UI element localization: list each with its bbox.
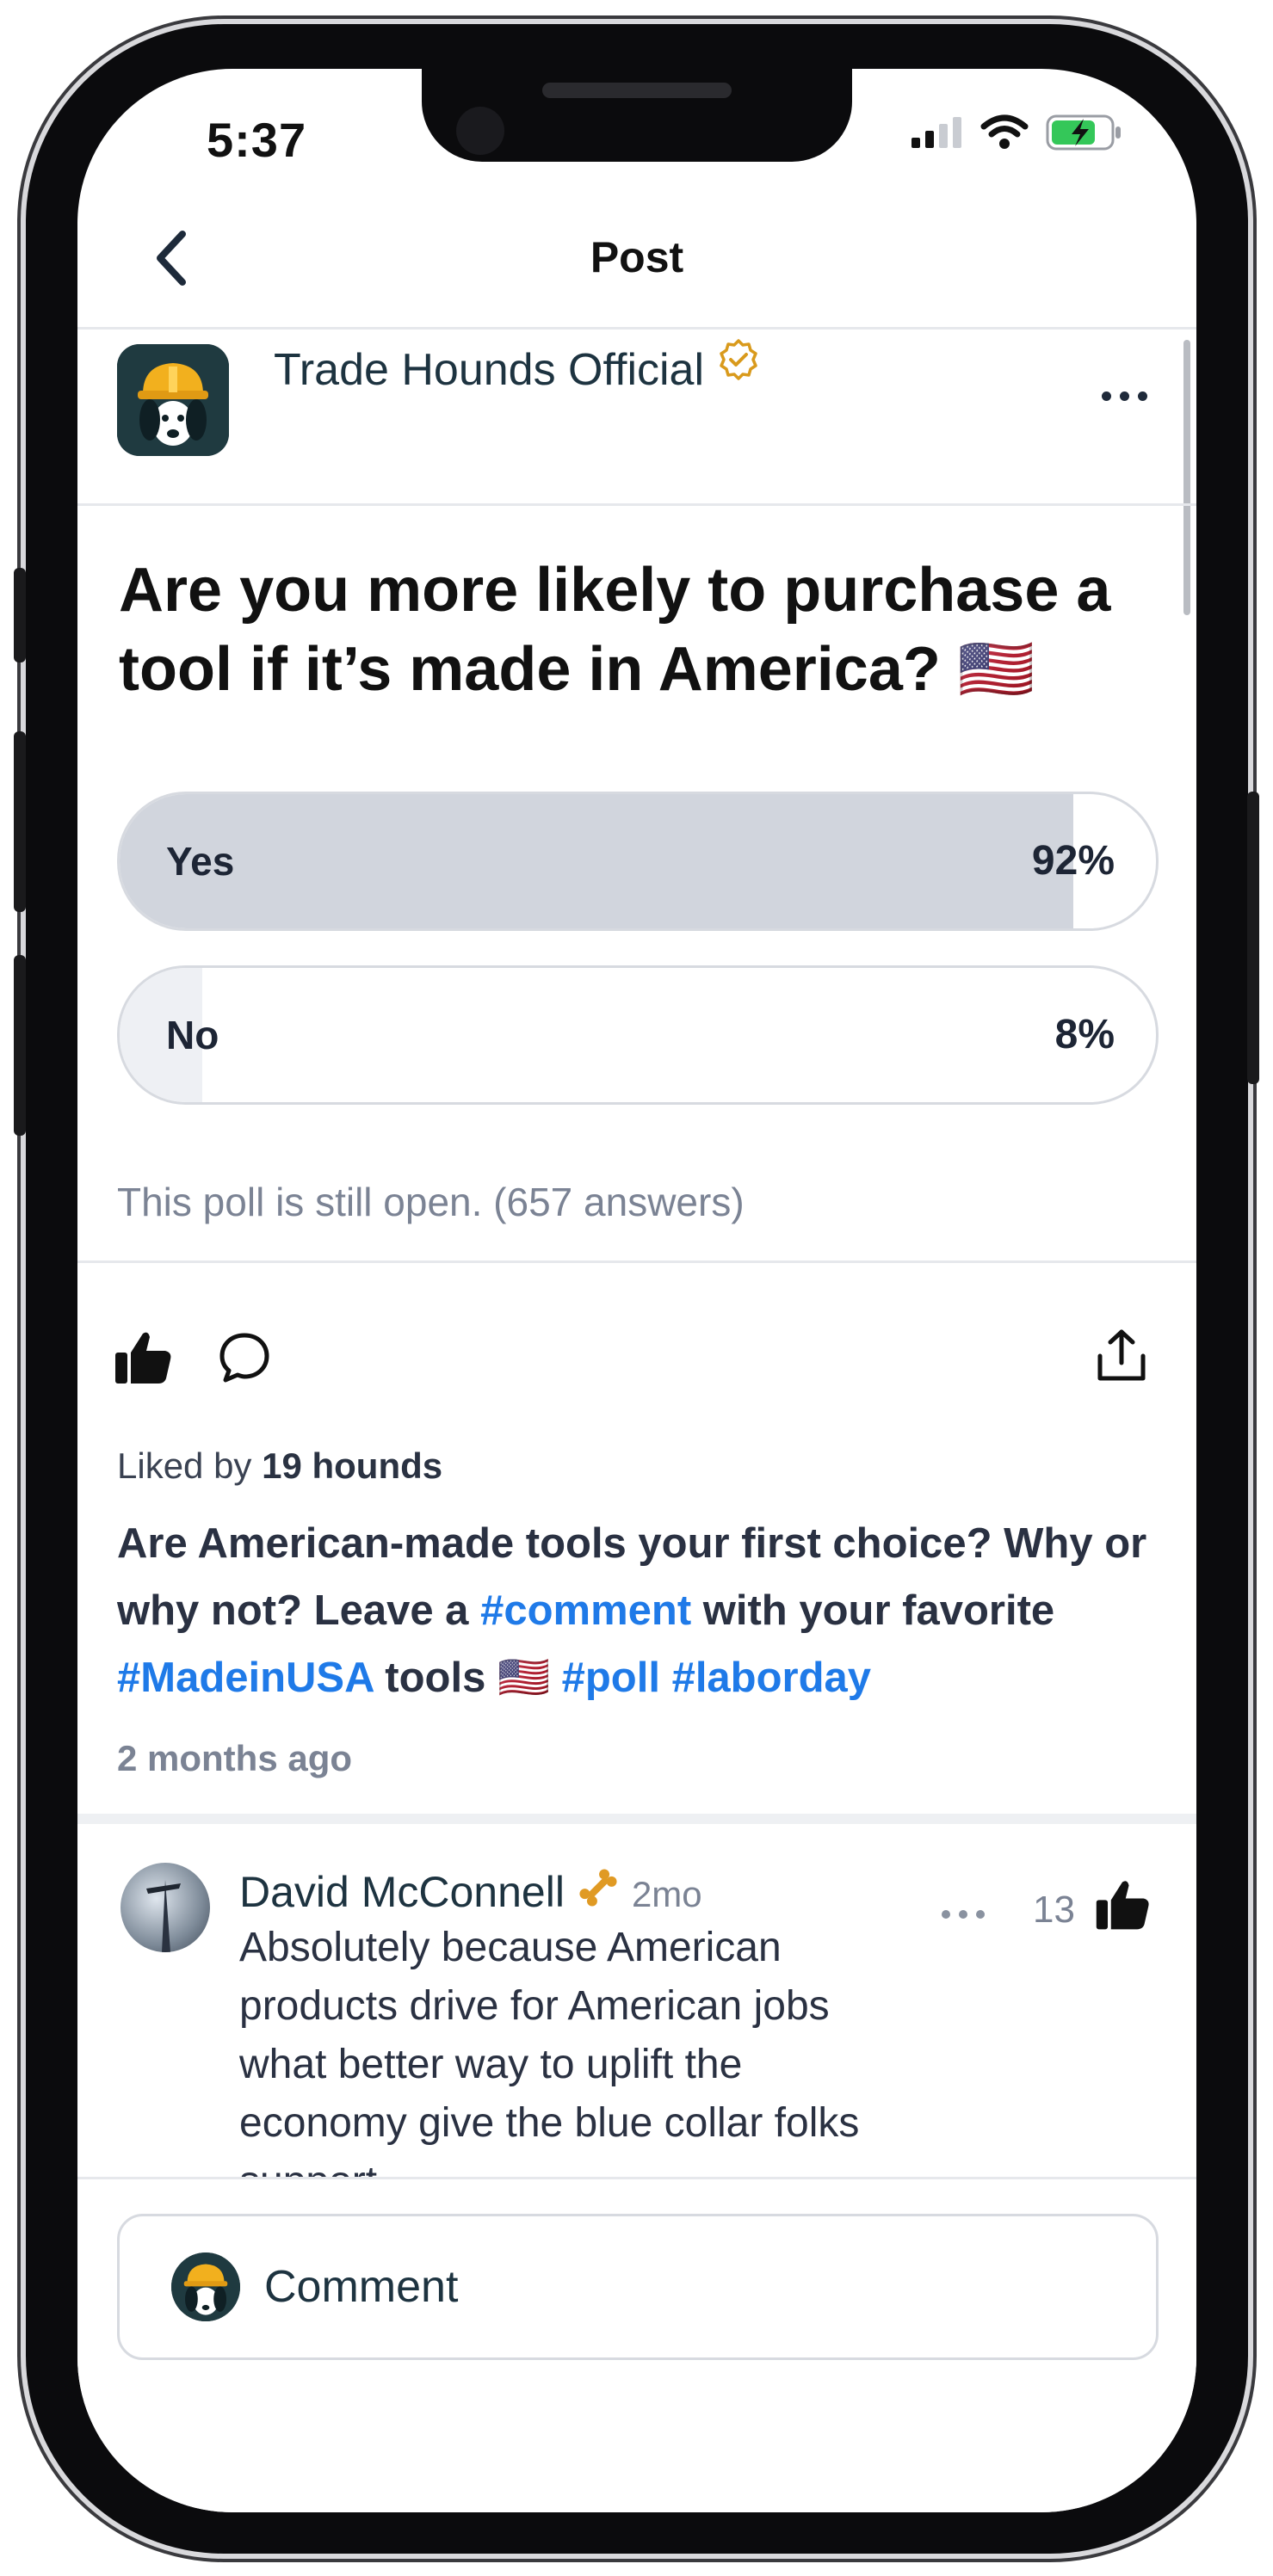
hashtag-poll[interactable]: #poll <box>562 1655 660 1701</box>
signal-icon <box>911 117 961 148</box>
hound-logo-icon <box>117 344 229 456</box>
battery-icon <box>1046 114 1121 151</box>
thumbs-up-icon[interactable] <box>112 1327 174 1389</box>
header-divider <box>77 327 1196 330</box>
commenter-photo <box>146 1880 181 1952</box>
status-time: 5:37 <box>207 113 307 167</box>
volume-down-button <box>14 955 26 1136</box>
volume-up-button <box>14 731 26 912</box>
commenter-row: David McConnell 2mo <box>239 1867 702 1917</box>
poll-option-label: No <box>166 1013 219 1057</box>
liked-by-count[interactable]: 19 hounds <box>262 1445 442 1486</box>
author-avatar[interactable] <box>117 344 229 456</box>
commenter-name[interactable]: David McConnell <box>239 1867 565 1917</box>
hashtag-madeinusa[interactable]: #MadeinUSA <box>117 1655 374 1701</box>
commenter-avatar[interactable] <box>121 1863 210 1952</box>
author-divider <box>77 503 1196 506</box>
poll-divider <box>77 1260 1196 1263</box>
comments-divider <box>77 1814 1196 1824</box>
comment-thumbs-up-icon[interactable] <box>1093 1876 1152 1934</box>
hashtag-comment[interactable]: #comment <box>480 1587 691 1634</box>
wifi-icon <box>980 114 1029 149</box>
scrollbar[interactable] <box>1183 340 1190 615</box>
comment-text: Absolutely because American products dri… <box>239 1925 860 2204</box>
page-title: Post <box>590 233 684 281</box>
comment-bubble-icon[interactable] <box>217 1330 272 1385</box>
caption-text: tools 🇺🇸 <box>373 1655 562 1701</box>
author-name-row[interactable]: Trade Hounds Official <box>274 339 761 396</box>
poll-question: Are you more likely to purchase a tool i… <box>119 556 1111 704</box>
liked-by-prefix: Liked by <box>117 1445 252 1486</box>
comment-more-icon[interactable] <box>942 1910 985 1919</box>
poll-option-percent: 8% <box>1054 1012 1115 1057</box>
speaker <box>542 83 732 98</box>
poll-option-no[interactable]: No 8% <box>117 965 1159 1105</box>
verified-badge-icon <box>720 339 757 380</box>
comment-input[interactable]: Comment <box>117 2214 1159 2360</box>
bone-badge-icon <box>579 1869 617 1907</box>
hashtag-laborday[interactable]: #laborday <box>672 1655 871 1701</box>
post-timestamp: 2 months ago <box>117 1738 353 1778</box>
comment-age: 2mo <box>631 1874 702 1914</box>
post-caption: Are American-made tools your first choic… <box>117 1510 1176 1711</box>
caption-text: with your favorite <box>691 1587 1055 1634</box>
share-icon[interactable] <box>1093 1327 1150 1385</box>
comment-placeholder[interactable]: Comment <box>264 2216 458 2357</box>
notch <box>422 69 852 162</box>
author-name[interactable]: Trade Hounds Official <box>274 344 704 396</box>
power-button <box>1247 792 1259 1084</box>
current-user-avatar <box>171 2252 240 2321</box>
front-camera <box>456 107 504 155</box>
more-icon[interactable] <box>1102 391 1147 401</box>
hound-logo-icon <box>171 2252 240 2321</box>
status-icons <box>910 114 1123 151</box>
poll-status: This poll is still open. (657 answers) <box>117 1180 745 1224</box>
poll-option-yes[interactable]: Yes 92% <box>117 792 1159 931</box>
screen: 5:37 Post Trade Hounds Official Are you … <box>77 69 1196 2512</box>
poll-option-label: Yes <box>166 839 235 884</box>
poll-option-percent: 92% <box>1031 838 1115 884</box>
comment-like-count: 13 <box>1033 1889 1075 1931</box>
poll-option-fill <box>120 794 1073 928</box>
mute-switch <box>14 568 26 662</box>
liked-by[interactable]: Liked by 19 hounds <box>117 1445 442 1487</box>
